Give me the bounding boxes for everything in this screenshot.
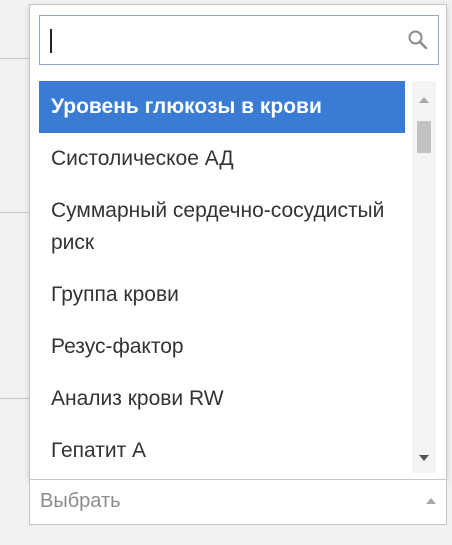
list-item[interactable]: Гепатит А <box>39 425 405 473</box>
triangle-up-icon <box>419 97 429 103</box>
list-item[interactable]: Систолическое АД <box>39 133 405 185</box>
search-input[interactable] <box>40 16 395 64</box>
list-item[interactable]: Суммарный сердечно-сосудистый риск <box>39 185 405 269</box>
scroll-down-button[interactable] <box>412 445 436 471</box>
list-item[interactable]: Уровень глюкозы в крови <box>39 81 405 133</box>
select-placeholder: Выбрать <box>40 490 121 512</box>
text-caret <box>50 29 52 53</box>
scrollbar[interactable] <box>412 81 436 473</box>
list-item[interactable]: Анализ крови RW <box>39 373 405 425</box>
background-divider <box>0 398 30 399</box>
background-divider <box>0 58 30 59</box>
triangle-down-icon <box>419 455 429 461</box>
page: Уровень глюкозы в крови Систолическое АД… <box>0 0 452 545</box>
scroll-up-button[interactable] <box>412 87 436 113</box>
dropdown-panel: Уровень глюкозы в крови Систолическое АД… <box>29 4 447 480</box>
search-icon[interactable] <box>407 29 429 51</box>
options-list: Уровень глюкозы в крови Систолическое АД… <box>39 81 405 473</box>
list-item[interactable]: Резус-фактор <box>39 321 405 373</box>
search-box[interactable] <box>39 15 439 65</box>
triangle-up-icon[interactable] <box>425 496 437 506</box>
scroll-thumb[interactable] <box>417 121 431 153</box>
select-field[interactable]: Выбрать <box>29 480 447 525</box>
list-item[interactable]: Группа крови <box>39 269 405 321</box>
background-divider <box>0 212 30 213</box>
